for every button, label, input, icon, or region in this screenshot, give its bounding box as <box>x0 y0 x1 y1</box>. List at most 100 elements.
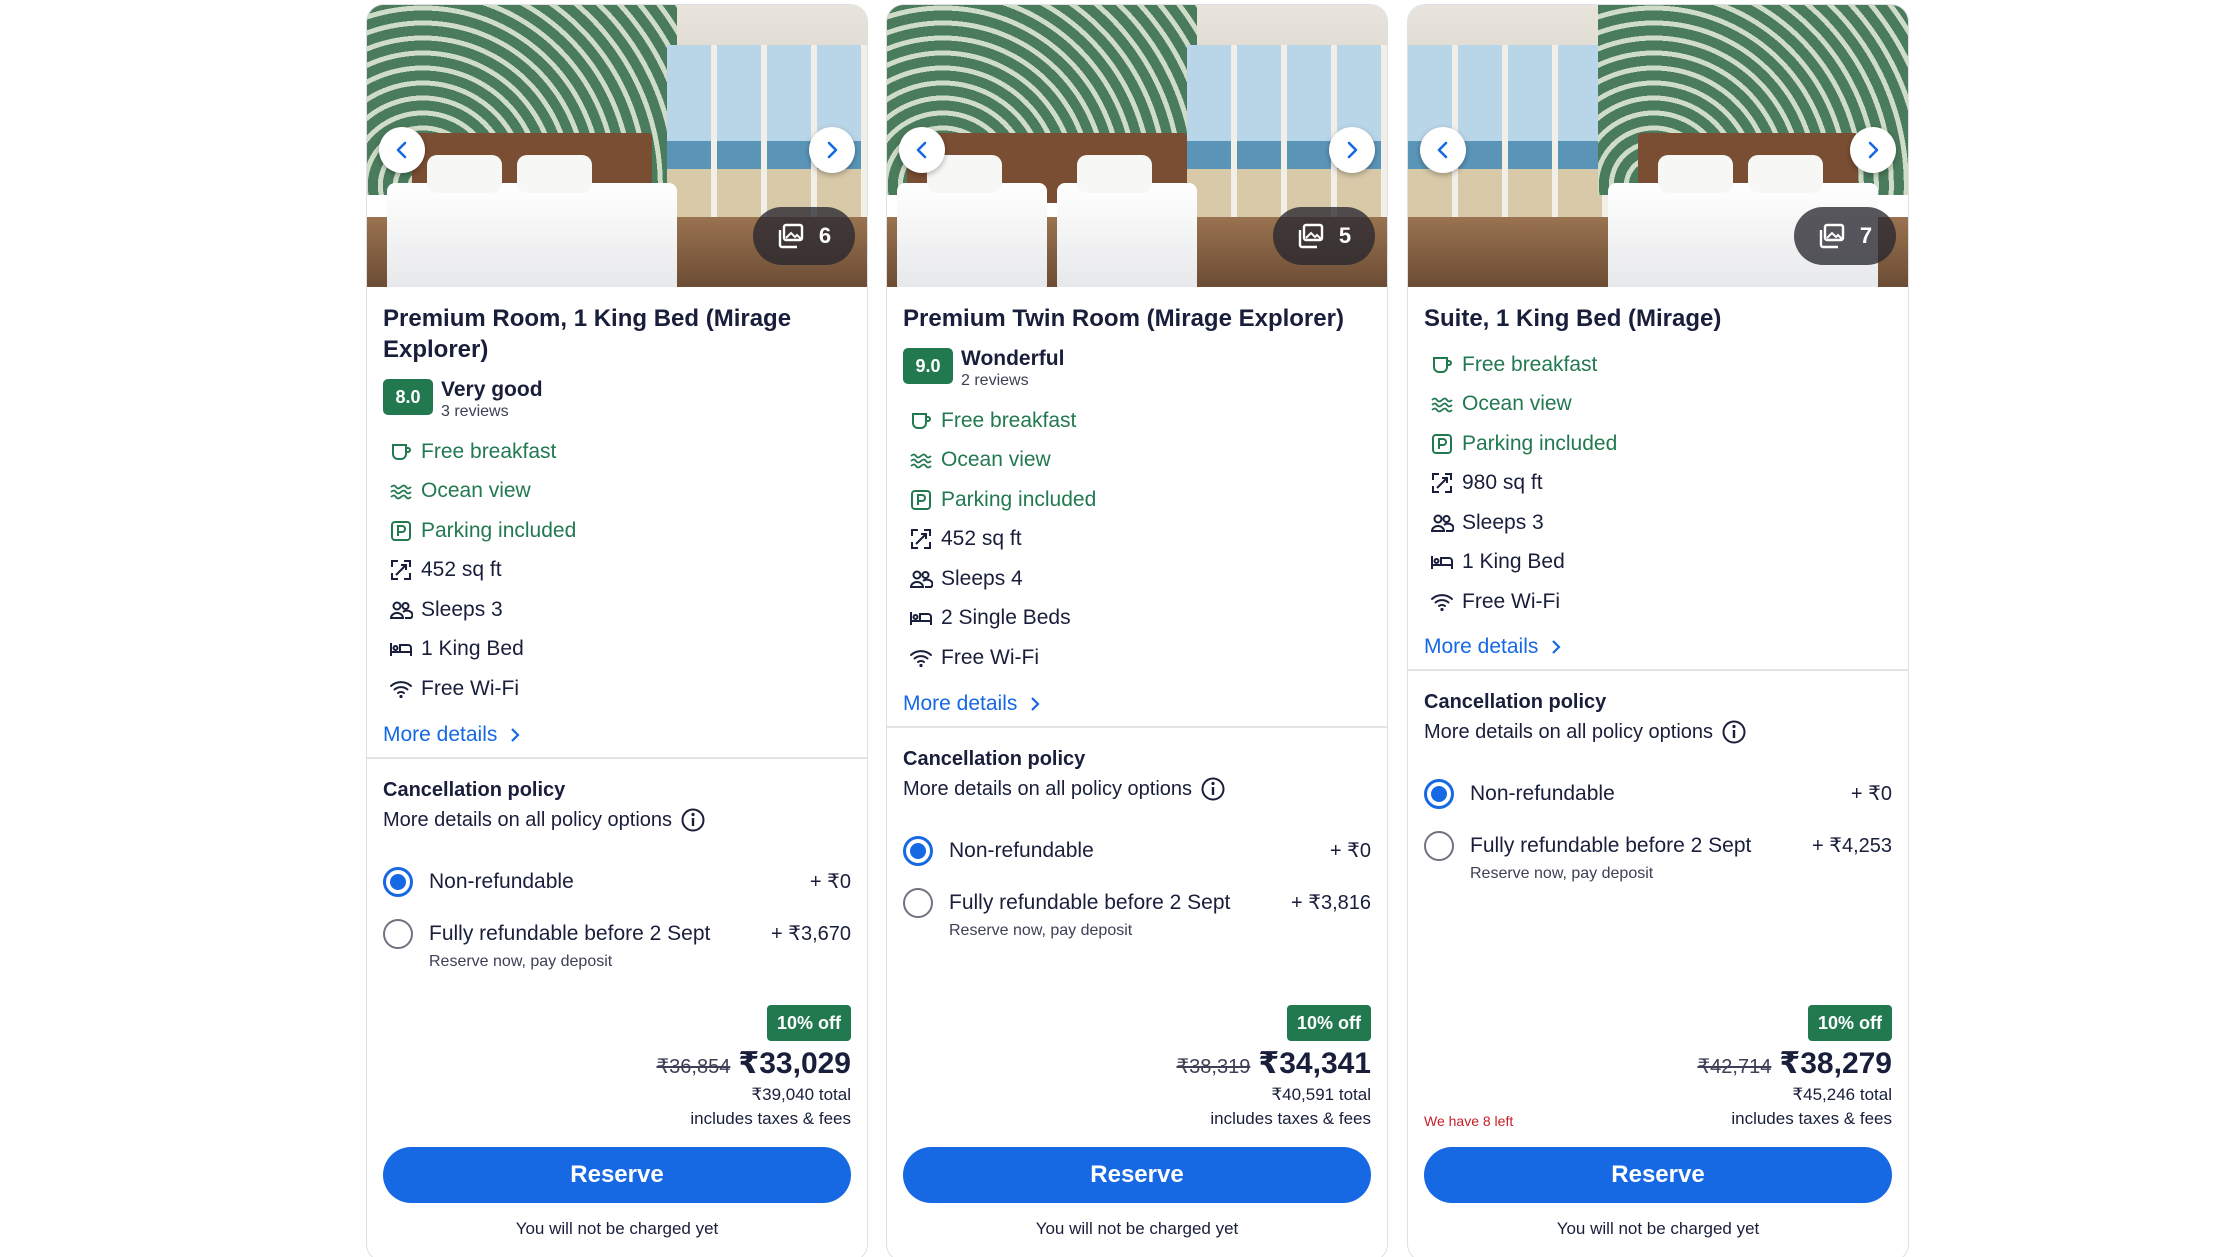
prev-photo-button[interactable] <box>899 127 945 173</box>
people-icon <box>1430 514 1454 532</box>
policy-more-label: More details on all policy options <box>383 808 673 831</box>
amenity-label: Ocean view <box>941 448 1051 472</box>
policy-option-nonrefundable[interactable]: Non-refundable + ₹0 <box>383 867 851 897</box>
radio-button[interactable] <box>1424 831 1454 861</box>
amenity-label: Ocean view <box>421 479 531 503</box>
policy-info[interactable]: More details on all policy options <box>903 776 1226 802</box>
reserve-button[interactable]: Reserve <box>383 1147 851 1203</box>
wifi-icon <box>1431 594 1453 611</box>
amenity-label: Free Wi-Fi <box>1462 589 1560 613</box>
discount-badge: 10% off <box>1807 1005 1892 1041</box>
amenity-item: Ocean view <box>1430 385 1892 425</box>
breakfast-icon <box>392 443 411 460</box>
more-details-link[interactable]: More details <box>383 723 523 747</box>
photo-gallery-icon <box>1819 223 1845 249</box>
chevron-left-icon <box>1437 141 1448 159</box>
review-count: 3 reviews <box>441 403 509 420</box>
discount-badge: 10% off <box>766 1005 851 1041</box>
chevron-right-icon <box>1031 697 1040 711</box>
amenity-item: Parking included <box>389 511 851 551</box>
policy-option-refundable[interactable]: Fully refundable before 2 Sept Reserve n… <box>1424 831 1892 883</box>
policy-title: Cancellation policy <box>1424 691 1607 713</box>
radio-button[interactable] <box>383 919 413 949</box>
photo-gallery-icon <box>1298 223 1324 249</box>
rating-score: 8.0 <box>383 379 433 415</box>
amenity-label: Free breakfast <box>941 408 1077 432</box>
amenity-item: Parking included <box>1430 424 1892 464</box>
chevron-left-icon <box>916 141 927 159</box>
current-price: ₹34,341 <box>1258 1047 1371 1080</box>
policy-option-refundable[interactable]: Fully refundable before 2 Sept Reserve n… <box>903 888 1371 940</box>
more-details-link[interactable]: More details <box>903 692 1043 716</box>
photo-count-button[interactable]: 6 <box>753 207 855 265</box>
amenity-label: 452 sq ft <box>421 558 502 582</box>
amenity-item: Ocean view <box>389 472 851 512</box>
radio-button[interactable] <box>903 888 933 918</box>
policy-option-refundable[interactable]: Fully refundable before 2 Sept Reserve n… <box>383 919 851 971</box>
amenity-label: 1 King Bed <box>1462 550 1565 574</box>
option-label: Non-refundable <box>1470 782 1615 805</box>
amenity-item: Free breakfast <box>389 432 851 472</box>
wifi-icon <box>910 650 932 667</box>
more-details-label: More details <box>1424 635 1539 658</box>
chevron-right-icon <box>1552 640 1561 654</box>
reserve-button[interactable]: Reserve <box>903 1147 1371 1203</box>
info-icon[interactable] <box>680 807 706 833</box>
ocean-view-icon <box>1431 397 1453 413</box>
policy-info[interactable]: More details on all policy options <box>383 807 706 833</box>
bed-icon <box>910 612 932 626</box>
prev-photo-button[interactable] <box>1420 127 1466 173</box>
ocean-view-icon <box>390 484 412 500</box>
no-charge-note: You will not be charged yet <box>1556 1219 1760 1238</box>
policy-option-nonrefundable[interactable]: Non-refundable + ₹0 <box>1424 779 1892 809</box>
amenity-label: Sleeps 3 <box>421 597 503 621</box>
amenity-item: 452 sq ft <box>389 551 851 591</box>
availability-note: We have 8 left <box>1424 1113 1514 1129</box>
next-photo-button[interactable] <box>809 127 855 173</box>
reserve-button[interactable]: Reserve <box>1424 1147 1892 1203</box>
amenity-item: 2 Single Beds <box>909 599 1371 639</box>
radio-button-selected[interactable] <box>383 867 413 897</box>
amenity-label: Sleeps 4 <box>941 566 1023 590</box>
total-price: ₹39,040 total <box>751 1085 851 1104</box>
policy-info[interactable]: More details on all policy options <box>1424 719 1747 745</box>
amenity-label: Sleeps 3 <box>1462 510 1544 534</box>
photo-count-button[interactable]: 5 <box>1273 207 1375 265</box>
amenity-item: 1 King Bed <box>1430 543 1892 583</box>
policy-option-nonrefundable[interactable]: Non-refundable + ₹0 <box>903 836 1371 866</box>
amenity-label: Free breakfast <box>1462 352 1598 376</box>
room-photo[interactable]: 5 <box>887 5 1387 287</box>
radio-button-selected[interactable] <box>903 836 933 866</box>
next-photo-button[interactable] <box>1850 127 1896 173</box>
amenity-label: Ocean view <box>1462 392 1572 416</box>
next-photo-button[interactable] <box>1329 127 1375 173</box>
radio-button-selected[interactable] <box>1424 779 1454 809</box>
original-price: ₹38,319 <box>1176 1056 1251 1078</box>
room-photo[interactable]: 7 <box>1408 5 1908 287</box>
amenity-label: Parking included <box>421 518 577 542</box>
policy-more-label: More details on all policy options <box>1424 720 1714 743</box>
rating-score: 9.0 <box>903 348 953 384</box>
chevron-right-icon <box>511 728 520 742</box>
room-title: Suite, 1 King Bed (Mirage) <box>1424 305 1722 332</box>
room-photo[interactable]: 6 <box>367 5 867 287</box>
option-price: + ₹0 <box>809 871 851 893</box>
area-icon <box>391 560 411 581</box>
guest-rating: 9.0 Wonderful 2 reviews <box>903 346 1064 390</box>
taxes-note: includes taxes & fees <box>690 1109 851 1128</box>
info-icon[interactable] <box>1721 719 1747 745</box>
amenity-item: Free breakfast <box>1430 345 1892 385</box>
more-details-link[interactable]: More details <box>1424 635 1564 659</box>
review-count: 2 reviews <box>961 372 1029 389</box>
amenity-label: 980 sq ft <box>1462 471 1543 495</box>
option-label: Non-refundable <box>429 870 574 893</box>
people-icon <box>909 570 933 588</box>
photo-count: 6 <box>818 223 832 248</box>
room-card: 5 Premium Twin Room (Mirage Explorer) 9.… <box>886 4 1388 1257</box>
photo-count-button[interactable]: 7 <box>1794 207 1896 265</box>
amenity-label: Free Wi-Fi <box>941 645 1039 669</box>
info-icon[interactable] <box>1200 776 1226 802</box>
prev-photo-button[interactable] <box>379 127 425 173</box>
ocean-view-icon <box>910 453 932 469</box>
room-title: Premium Twin Room (Mirage Explorer) <box>903 305 1344 332</box>
